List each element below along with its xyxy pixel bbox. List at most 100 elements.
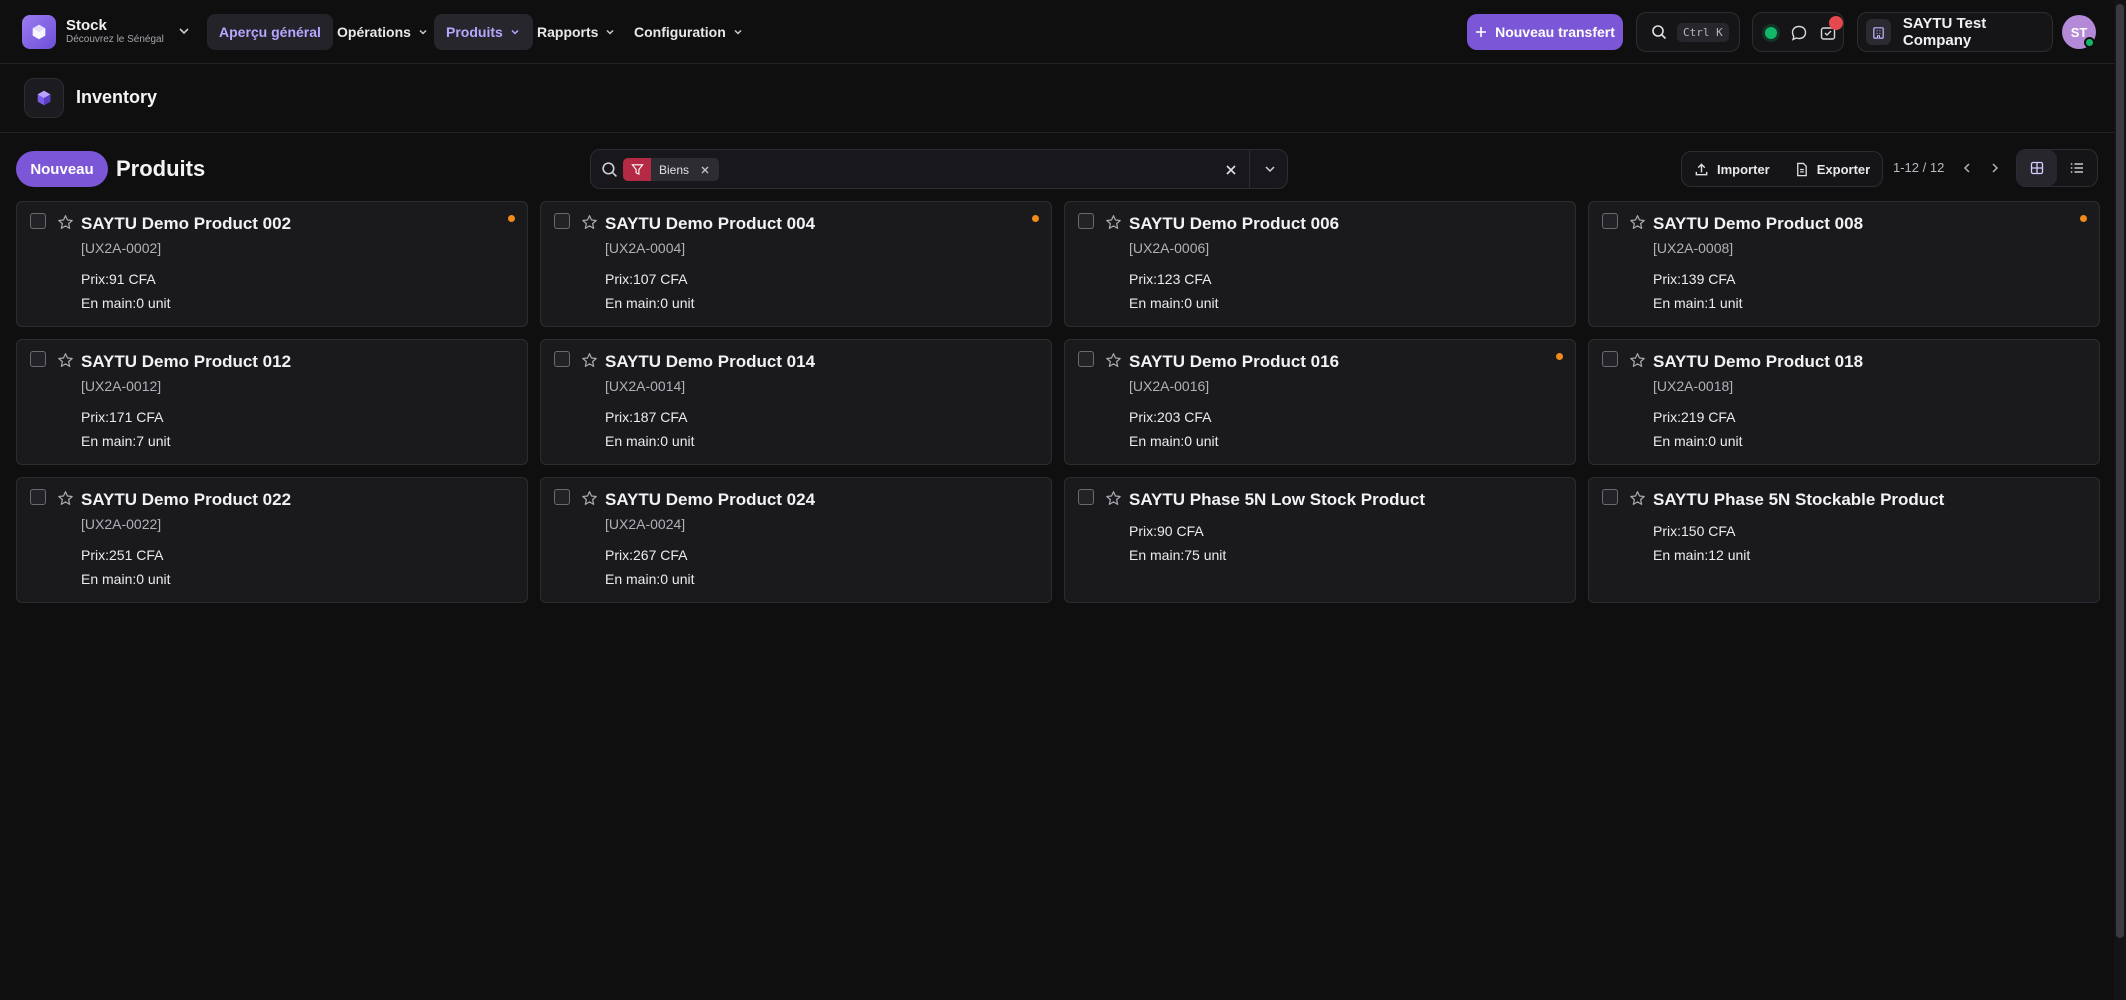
product-price: Prix:139 CFA bbox=[1653, 271, 1736, 287]
select-checkbox[interactable] bbox=[554, 213, 570, 229]
kanban-view-button[interactable] bbox=[2017, 150, 2057, 186]
nav-configuration[interactable]: Configuration bbox=[622, 14, 756, 50]
product-card[interactable]: SAYTU Demo Product 012 [UX2A-0012] Prix:17… bbox=[16, 339, 528, 465]
select-checkbox[interactable] bbox=[1602, 213, 1618, 229]
select-checkbox[interactable] bbox=[30, 489, 46, 505]
select-checkbox[interactable] bbox=[1078, 489, 1094, 505]
chat-icon[interactable] bbox=[1790, 24, 1808, 42]
company-switcher[interactable]: SAYTU Test Company bbox=[1857, 12, 2053, 52]
star-icon[interactable] bbox=[581, 352, 598, 369]
select-checkbox[interactable] bbox=[30, 351, 46, 367]
product-reference: [UX2A-0008] bbox=[1653, 240, 1734, 256]
product-price: Prix:91 CFA bbox=[81, 271, 156, 287]
search-input[interactable]: Biens bbox=[590, 149, 1288, 189]
star-icon[interactable] bbox=[1105, 490, 1122, 507]
product-reference: [UX2A-0002] bbox=[81, 240, 162, 256]
chevron-down-icon[interactable] bbox=[176, 23, 192, 39]
app-subtitle: Découvrez le Sénégal bbox=[66, 34, 164, 45]
select-checkbox[interactable] bbox=[554, 351, 570, 367]
product-card[interactable]: SAYTU Demo Product 004 [UX2A-0004] Prix:10… bbox=[540, 201, 1052, 327]
star-icon[interactable] bbox=[1105, 214, 1122, 231]
app-name[interactable]: Stock bbox=[66, 17, 107, 34]
product-name: SAYTU Demo Product 012 bbox=[81, 352, 292, 371]
select-checkbox[interactable] bbox=[1602, 489, 1618, 505]
activity-indicator[interactable] bbox=[1556, 353, 1563, 360]
import-label: Importer bbox=[1717, 161, 1770, 177]
product-card[interactable]: SAYTU Demo Product 016 [UX2A-0016] Prix:20… bbox=[1064, 339, 1576, 465]
status-group bbox=[1752, 12, 1844, 52]
search-shortcut: Ctrl K bbox=[1677, 22, 1729, 42]
product-price: Prix:107 CFA bbox=[605, 271, 688, 287]
product-on-hand: En main:7 unit bbox=[81, 433, 171, 449]
select-checkbox[interactable] bbox=[554, 489, 570, 505]
chevron-right-icon[interactable] bbox=[1988, 161, 2002, 175]
chevron-down-icon[interactable] bbox=[1263, 162, 1277, 176]
product-name: SAYTU Demo Product 008 bbox=[1653, 214, 1864, 233]
activity-indicator[interactable] bbox=[508, 215, 515, 222]
star-icon[interactable] bbox=[581, 214, 598, 231]
product-card[interactable]: SAYTU Demo Product 006 [UX2A-0006] Prix:12… bbox=[1064, 201, 1576, 327]
chevron-left-icon[interactable] bbox=[1960, 161, 1974, 175]
nav-produits[interactable]: Produits bbox=[434, 14, 533, 50]
star-icon[interactable] bbox=[1629, 490, 1646, 507]
product-name: SAYTU Demo Product 016 bbox=[1129, 352, 1340, 371]
new-transfer-button[interactable]: Nouveau transfert bbox=[1467, 14, 1623, 50]
nav-label: Aperçu général bbox=[219, 24, 321, 40]
global-search-button[interactable]: Ctrl K bbox=[1636, 12, 1740, 52]
view-switcher bbox=[2016, 149, 2098, 187]
product-name: SAYTU Phase 5N Stockable Product bbox=[1653, 490, 1945, 509]
product-reference: [UX2A-0004] bbox=[605, 240, 686, 256]
product-card[interactable]: SAYTU Demo Product 018 [UX2A-0018] Prix:21… bbox=[1588, 339, 2100, 465]
product-on-hand: En main:0 unit bbox=[81, 571, 171, 587]
filter-facet[interactable]: Biens bbox=[623, 158, 720, 181]
star-icon[interactable] bbox=[57, 352, 74, 369]
activity-indicator[interactable] bbox=[2080, 215, 2087, 222]
product-card[interactable]: SAYTU Demo Product 008 [UX2A-0008] Prix:13… bbox=[1588, 201, 2100, 327]
list-view-button[interactable] bbox=[2057, 150, 2097, 186]
star-icon[interactable] bbox=[57, 214, 74, 231]
star-icon[interactable] bbox=[1105, 352, 1122, 369]
scrollbar-thumb[interactable] bbox=[2116, 4, 2124, 938]
nav-label: Rapports bbox=[537, 24, 599, 40]
activity-indicator[interactable] bbox=[1032, 215, 1039, 222]
select-checkbox[interactable] bbox=[1602, 351, 1618, 367]
import-button[interactable]: Importer bbox=[1682, 152, 1782, 186]
plus-icon bbox=[1476, 27, 1487, 37]
star-icon[interactable] bbox=[1629, 214, 1646, 231]
product-on-hand: En main:0 unit bbox=[1129, 295, 1219, 311]
notification-badge bbox=[1829, 16, 1843, 30]
product-name: SAYTU Demo Product 024 bbox=[605, 490, 816, 509]
select-checkbox[interactable] bbox=[1078, 213, 1094, 229]
product-name: SAYTU Demo Product 004 bbox=[605, 214, 816, 233]
building-icon bbox=[1866, 19, 1891, 45]
product-card[interactable]: SAYTU Demo Product 024 [UX2A-0024] Prix:26… bbox=[540, 477, 1052, 603]
product-price: Prix:203 CFA bbox=[1129, 409, 1212, 425]
module-title: Inventory bbox=[76, 87, 158, 107]
inventory-icon bbox=[24, 78, 64, 118]
product-on-hand: En main:0 unit bbox=[1653, 433, 1743, 449]
product-on-hand: En main:75 unit bbox=[1129, 547, 1227, 563]
product-price: Prix:187 CFA bbox=[605, 409, 688, 425]
product-card[interactable]: SAYTU Phase 5N Stockable Product Prix:150… bbox=[1588, 477, 2100, 603]
select-checkbox[interactable] bbox=[1078, 351, 1094, 367]
product-card[interactable]: SAYTU Demo Product 014 [UX2A-0014] Prix:18… bbox=[540, 339, 1052, 465]
app-logo[interactable] bbox=[22, 15, 56, 49]
nav-rapports[interactable]: Rapports bbox=[525, 14, 628, 50]
new-product-button[interactable]: Nouveau bbox=[16, 151, 108, 187]
product-reference: [UX2A-0006] bbox=[1129, 240, 1210, 256]
online-status-indicator[interactable] bbox=[1765, 27, 1777, 39]
import-export-group: Importer Exporter bbox=[1681, 151, 1883, 187]
star-icon[interactable] bbox=[1629, 352, 1646, 369]
pager-value[interactable]: 1-12 / 12 bbox=[1893, 160, 1944, 175]
product-card[interactable]: SAYTU Phase 5N Low Stock Product Prix:90 … bbox=[1064, 477, 1576, 603]
product-card[interactable]: SAYTU Demo Product 002 [UX2A-0002] Prix:91… bbox=[16, 201, 528, 327]
export-button[interactable]: Exporter bbox=[1782, 152, 1882, 186]
nav-operations[interactable]: Opérations bbox=[325, 14, 441, 50]
product-card[interactable]: SAYTU Demo Product 022 [UX2A-0022] Prix:25… bbox=[16, 477, 528, 603]
close-icon[interactable] bbox=[697, 162, 713, 178]
star-icon[interactable] bbox=[57, 490, 74, 507]
nav-apercu-general[interactable]: Aperçu général bbox=[207, 14, 333, 50]
star-icon[interactable] bbox=[581, 490, 598, 507]
select-checkbox[interactable] bbox=[30, 213, 46, 229]
close-icon[interactable] bbox=[1223, 162, 1239, 178]
